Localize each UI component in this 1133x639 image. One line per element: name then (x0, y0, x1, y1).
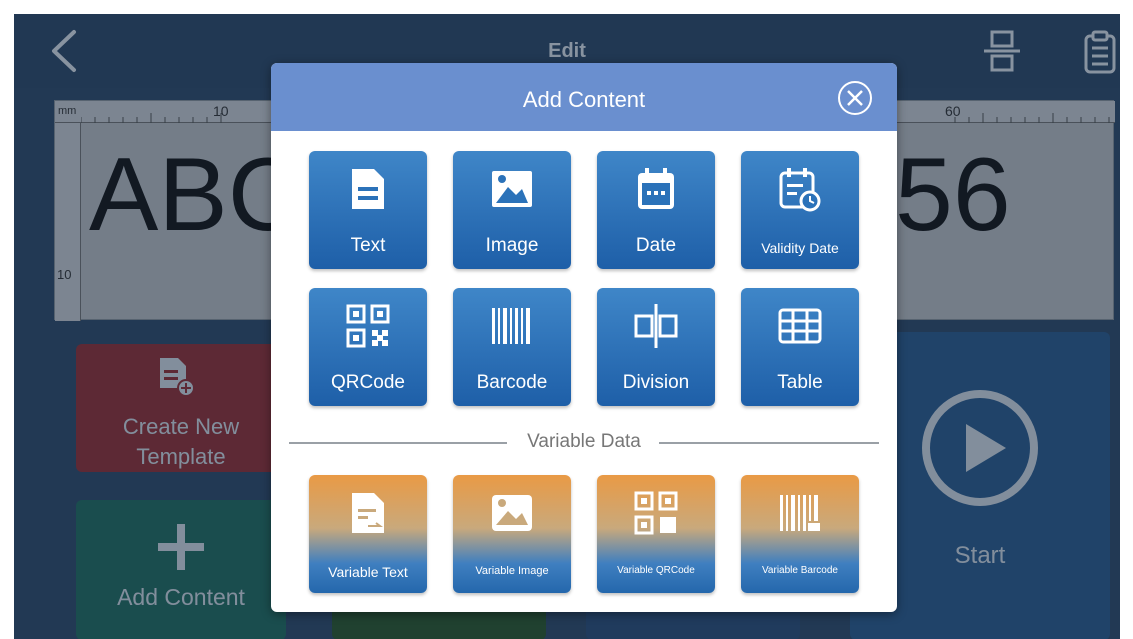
validity-date-label: Validity Date (761, 240, 839, 256)
variable-qrcode-icon (634, 491, 678, 535)
table-button[interactable]: Table (741, 288, 859, 406)
validity-date-button[interactable]: Validity Date (741, 151, 859, 269)
variable-data-heading: Variable Data (527, 431, 641, 452)
text-label: Text (350, 235, 386, 256)
calendar-icon (638, 168, 674, 209)
division-label: Division (622, 372, 690, 393)
add-content-dialog: Add Content Text Image Date Validity Dat… (271, 63, 897, 612)
variable-barcode-icon (780, 495, 820, 531)
image-icon (492, 171, 532, 207)
variable-qrcode-button[interactable]: Variable QRCode (597, 475, 715, 593)
variable-qrcode-label: Variable QRCode (617, 565, 695, 576)
variable-image-button[interactable]: Variable Image (453, 475, 571, 593)
calendar-clock-icon (779, 168, 821, 212)
variable-data-divider: Variable Data (289, 427, 879, 457)
variable-text-label: Variable Text (328, 564, 408, 580)
variable-barcode-label: Variable Barcode (762, 565, 838, 576)
barcode-label: Barcode (476, 372, 548, 393)
image-button[interactable]: Image (453, 151, 571, 269)
date-label: Date (635, 235, 677, 256)
dialog-title: Add Content (522, 87, 646, 112)
table-icon (778, 308, 822, 344)
variable-image-icon (492, 495, 532, 531)
close-icon[interactable] (837, 80, 873, 116)
dialog-header: Add Content (271, 63, 897, 131)
division-icon (634, 304, 678, 348)
variable-barcode-button[interactable]: Variable Barcode (741, 475, 859, 593)
qrcode-label: QRCode (331, 372, 405, 393)
barcode-button[interactable]: Barcode (453, 288, 571, 406)
table-label: Table (777, 372, 823, 393)
variable-image-label: Variable Image (475, 565, 549, 577)
variable-text-icon (352, 493, 384, 533)
date-button[interactable]: Date (597, 151, 715, 269)
division-button[interactable]: Division (597, 288, 715, 406)
qrcode-icon (346, 304, 390, 348)
variable-text-button[interactable]: Variable Text (309, 475, 427, 593)
text-file-icon (352, 169, 384, 209)
text-button[interactable]: Text (309, 151, 427, 269)
qrcode-button[interactable]: QRCode (309, 288, 427, 406)
image-label: Image (485, 235, 539, 256)
barcode-icon (492, 308, 530, 344)
